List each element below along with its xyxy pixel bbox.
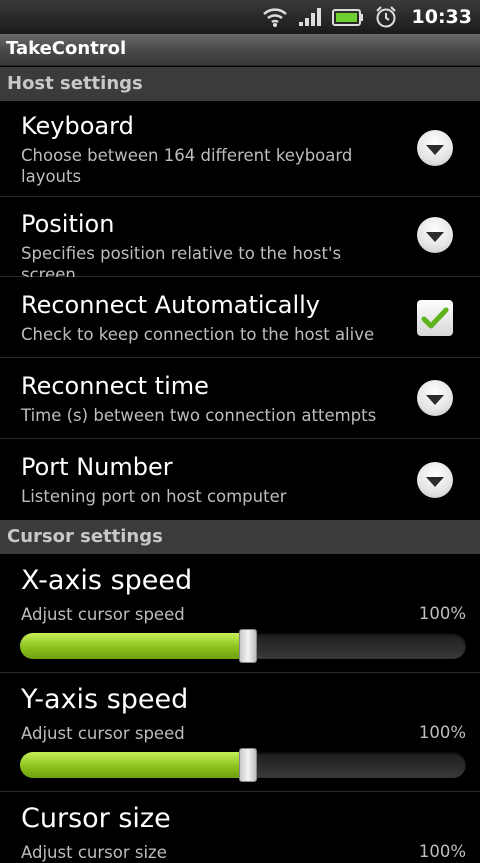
pref-title: Reconnect Automatically — [21, 291, 320, 319]
signal-icon — [298, 7, 322, 27]
section-header-label: Cursor settings — [7, 526, 163, 547]
y-axis-speed-slider[interactable] — [20, 748, 466, 782]
slider-value: 100% — [418, 723, 466, 742]
app-title-bar: TakeControl — [0, 34, 480, 66]
pref-summary: Time (s) between two connection attempts — [21, 406, 377, 425]
section-header-host: Host settings — [0, 67, 480, 101]
status-time: 10:33 — [411, 6, 472, 28]
slider-value: 100% — [418, 842, 466, 861]
chevron-down-icon[interactable] — [417, 130, 453, 166]
battery-icon — [331, 7, 364, 27]
pref-summary: Check to keep connection to the host ali… — [21, 325, 375, 344]
pref-item-keyboard[interactable]: Keyboard Choose between 164 different ke… — [0, 101, 480, 197]
pref-item-reconnect-time[interactable]: Reconnect time Time (s) between two conn… — [0, 358, 480, 439]
pref-item-port-number[interactable]: Port Number Listening port on host compu… — [0, 439, 480, 520]
pref-item-x-axis-speed[interactable]: X-axis speed Adjust cursor speed 100% — [0, 554, 480, 673]
section-header-label: Host settings — [7, 73, 143, 94]
app-title: TakeControl — [6, 38, 127, 59]
checkmark-icon — [421, 307, 449, 329]
pref-item-position[interactable]: Position Specifies position relative to … — [0, 197, 480, 284]
pref-title: X-axis speed — [21, 565, 193, 596]
pref-title: Cursor size — [21, 803, 171, 834]
pref-summary: Adjust cursor size — [21, 843, 167, 862]
chevron-down-icon[interactable] — [417, 462, 453, 498]
slider-fill — [20, 633, 243, 659]
chevron-down-icon[interactable] — [417, 380, 453, 416]
x-axis-speed-slider[interactable] — [20, 629, 466, 663]
pref-title: Port Number — [21, 453, 173, 481]
slider-thumb[interactable] — [239, 629, 257, 663]
chevron-down-icon[interactable] — [417, 217, 453, 253]
slider-value: 100% — [418, 604, 466, 623]
pref-summary: Choose between 164 different keyboard la… — [21, 146, 353, 186]
pref-title: Keyboard — [21, 112, 134, 140]
wifi-icon — [262, 6, 288, 28]
pref-title: Position — [21, 210, 115, 238]
alarm-clock-icon — [374, 5, 398, 29]
pref-item-y-axis-speed[interactable]: Y-axis speed Adjust cursor speed 100% — [0, 673, 480, 792]
slider-fill — [20, 752, 243, 778]
pref-title: Reconnect time — [21, 372, 209, 400]
pref-item-cursor-size[interactable]: Cursor size Adjust cursor size 100% — [0, 792, 480, 862]
pref-summary: Adjust cursor speed — [21, 724, 185, 743]
status-bar: 10:33 — [0, 0, 480, 34]
section-header-cursor: Cursor settings — [0, 520, 480, 554]
slider-thumb[interactable] — [239, 748, 257, 782]
pref-item-reconnect-automatically[interactable]: Reconnect Automatically Check to keep co… — [0, 277, 480, 358]
pref-summary: Listening port on host computer — [21, 487, 287, 506]
reconnect-checkbox[interactable] — [417, 300, 453, 336]
pref-summary: Adjust cursor speed — [21, 605, 185, 624]
pref-title: Y-axis speed — [21, 684, 189, 715]
